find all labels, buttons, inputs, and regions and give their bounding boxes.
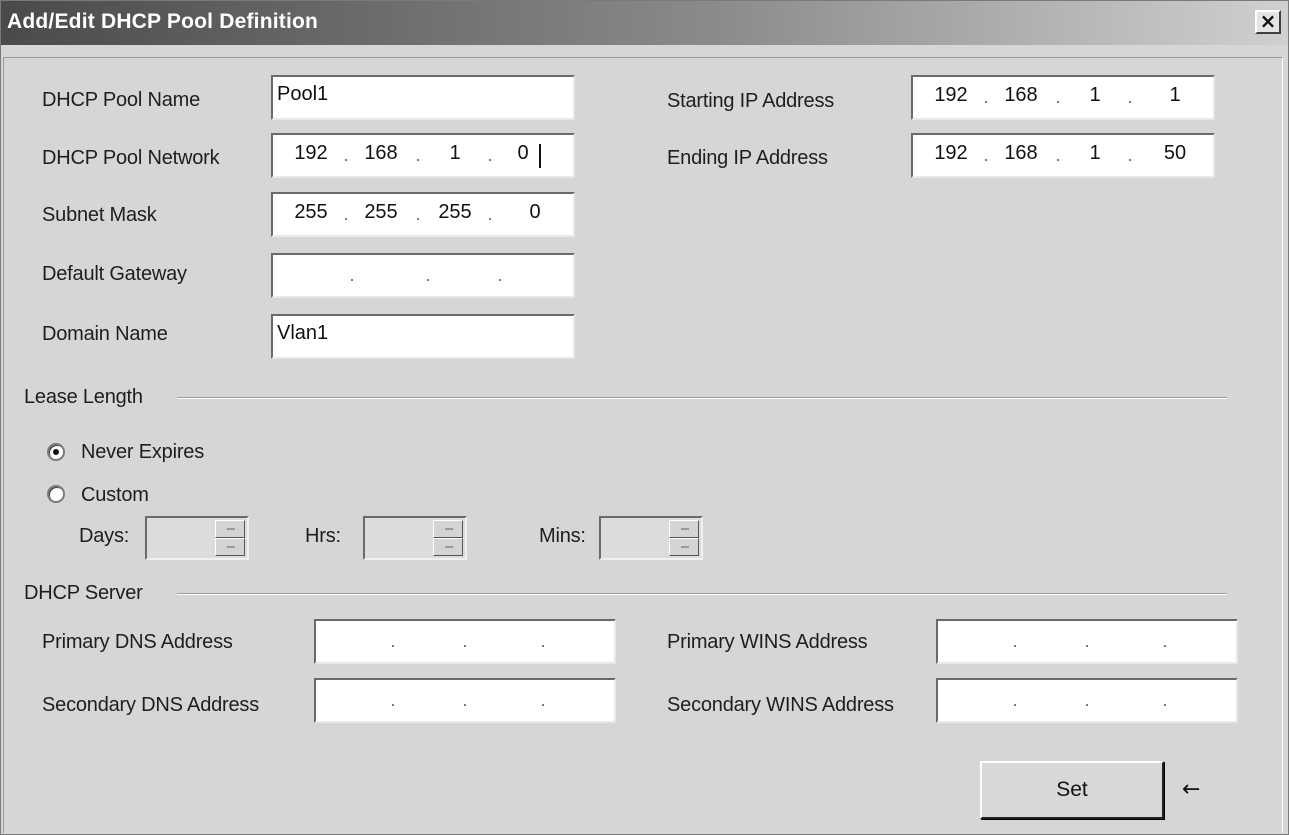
start-octet-2: 168 <box>1004 84 1038 106</box>
domain-name-value: Vlan1 <box>277 322 329 344</box>
starting-ip-label: Starting IP Address <box>667 90 835 112</box>
pool-name-value: Pool1 <box>277 83 329 105</box>
days-spinner[interactable] <box>145 516 249 560</box>
octet-separator: . <box>1127 145 1133 165</box>
pool-network-octet-3: 1 <box>449 142 461 164</box>
octet-separator: . <box>487 145 493 165</box>
octet-separator: . <box>390 631 396 651</box>
custom-radio[interactable] <box>47 485 65 503</box>
octet-separator: . <box>983 145 989 165</box>
octet-separator: . <box>540 690 546 710</box>
start-octet-4: 1 <box>1169 84 1181 106</box>
pool-name-label: DHCP Pool Name <box>42 89 201 111</box>
octet-separator: . <box>497 265 503 285</box>
lease-length-group-label: Lease Length <box>24 386 143 408</box>
subnet-octet-2: 255 <box>364 201 398 223</box>
hrs-label: Hrs: <box>305 525 341 547</box>
octet-separator: . <box>1012 631 1018 651</box>
spin-down-icon[interactable] <box>433 538 463 556</box>
mins-spinner[interactable] <box>599 516 703 560</box>
primary-wins-label: Primary WINS Address <box>667 631 868 653</box>
primary-dns-field[interactable]: . . . <box>314 619 616 664</box>
subnet-octet-3: 255 <box>438 201 472 223</box>
text-cursor <box>539 144 541 168</box>
octet-separator: . <box>1127 87 1133 107</box>
octet-separator: . <box>1162 690 1168 710</box>
secondary-wins-label: Secondary WINS Address <box>667 694 894 716</box>
octet-separator: . <box>343 204 349 224</box>
spin-down-icon[interactable] <box>669 538 699 556</box>
close-button[interactable]: × <box>1255 10 1281 34</box>
secondary-wins-field[interactable]: . . . <box>936 678 1238 723</box>
spin-up-icon[interactable] <box>215 520 245 538</box>
domain-name-field[interactable]: Vlan1 <box>271 314 575 359</box>
pool-network-field[interactable]: 192 . 168 . 1 . 0 <box>271 133 575 178</box>
set-button[interactable]: Set <box>980 761 1164 819</box>
octet-separator: . <box>415 145 421 165</box>
window-title: Add/Edit DHCP Pool Definition <box>7 10 319 33</box>
subnet-octet-1: 255 <box>294 201 328 223</box>
subnet-octet-4: 0 <box>529 201 541 223</box>
end-octet-4: 50 <box>1163 142 1187 164</box>
never-expires-radio[interactable] <box>47 443 65 461</box>
hrs-spinner[interactable] <box>363 516 467 560</box>
octet-separator: . <box>349 265 355 285</box>
title-bar[interactable]: Add/Edit DHCP Pool Definition × <box>1 1 1288 45</box>
never-expires-label[interactable]: Never Expires <box>81 441 204 464</box>
start-octet-3: 1 <box>1089 84 1101 106</box>
starting-ip-field[interactable]: 192 . 168 . 1 . 1 <box>911 75 1215 120</box>
primary-dns-label: Primary DNS Address <box>42 631 233 653</box>
end-octet-2: 168 <box>1004 142 1038 164</box>
dhcp-pool-dialog: Add/Edit DHCP Pool Definition × DHCP Poo… <box>0 0 1289 835</box>
spin-up-icon[interactable] <box>433 520 463 538</box>
spin-down-icon[interactable] <box>215 538 245 556</box>
hrs-spin-buttons <box>433 520 463 556</box>
octet-separator: . <box>1055 145 1061 165</box>
pool-network-label: DHCP Pool Network <box>42 147 220 169</box>
end-octet-1: 192 <box>934 142 968 164</box>
arrow-left-icon: ← <box>1182 777 1201 802</box>
default-gateway-label: Default Gateway <box>42 263 187 285</box>
subnet-mask-label: Subnet Mask <box>42 204 157 226</box>
dhcp-server-group-label: DHCP Server <box>24 582 143 604</box>
pool-name-field[interactable]: Pool1 <box>271 75 575 120</box>
subnet-mask-field[interactable]: 255 . 255 . 255 . 0 <box>271 192 575 237</box>
octet-separator: . <box>425 265 431 285</box>
secondary-dns-label: Secondary DNS Address <box>42 694 260 716</box>
ending-ip-field[interactable]: 192 . 168 . 1 . 50 <box>911 133 1215 178</box>
close-icon: × <box>1259 9 1277 33</box>
start-octet-1: 192 <box>934 84 968 106</box>
days-spin-buttons <box>215 520 245 556</box>
custom-label[interactable]: Custom <box>81 484 149 507</box>
octet-separator: . <box>343 145 349 165</box>
lease-length-divider <box>177 397 1227 399</box>
domain-name-label: Domain Name <box>42 323 168 345</box>
octet-separator: . <box>390 690 396 710</box>
octet-separator: . <box>462 690 468 710</box>
octet-separator: . <box>1084 690 1090 710</box>
octet-separator: . <box>1162 631 1168 651</box>
primary-wins-field[interactable]: . . . <box>936 619 1238 664</box>
dhcp-server-divider <box>177 593 1227 595</box>
days-label: Days: <box>79 525 130 547</box>
octet-separator: . <box>540 631 546 651</box>
pool-network-octet-1: 192 <box>294 142 328 164</box>
octet-separator: . <box>983 87 989 107</box>
secondary-dns-field[interactable]: . . . <box>314 678 616 723</box>
octet-separator: . <box>487 204 493 224</box>
pool-network-octet-4: 0 <box>517 142 529 164</box>
end-octet-3: 1 <box>1089 142 1101 164</box>
mins-spin-buttons <box>669 520 699 556</box>
ending-ip-label: Ending IP Address <box>667 147 828 169</box>
default-gateway-field[interactable]: . . . <box>271 253 575 298</box>
spin-up-icon[interactable] <box>669 520 699 538</box>
octet-separator: . <box>462 631 468 651</box>
mins-label: Mins: <box>539 525 586 547</box>
octet-separator: . <box>415 204 421 224</box>
octet-separator: . <box>1012 690 1018 710</box>
pool-network-octet-2: 168 <box>364 142 398 164</box>
octet-separator: . <box>1055 87 1061 107</box>
octet-separator: . <box>1084 631 1090 651</box>
